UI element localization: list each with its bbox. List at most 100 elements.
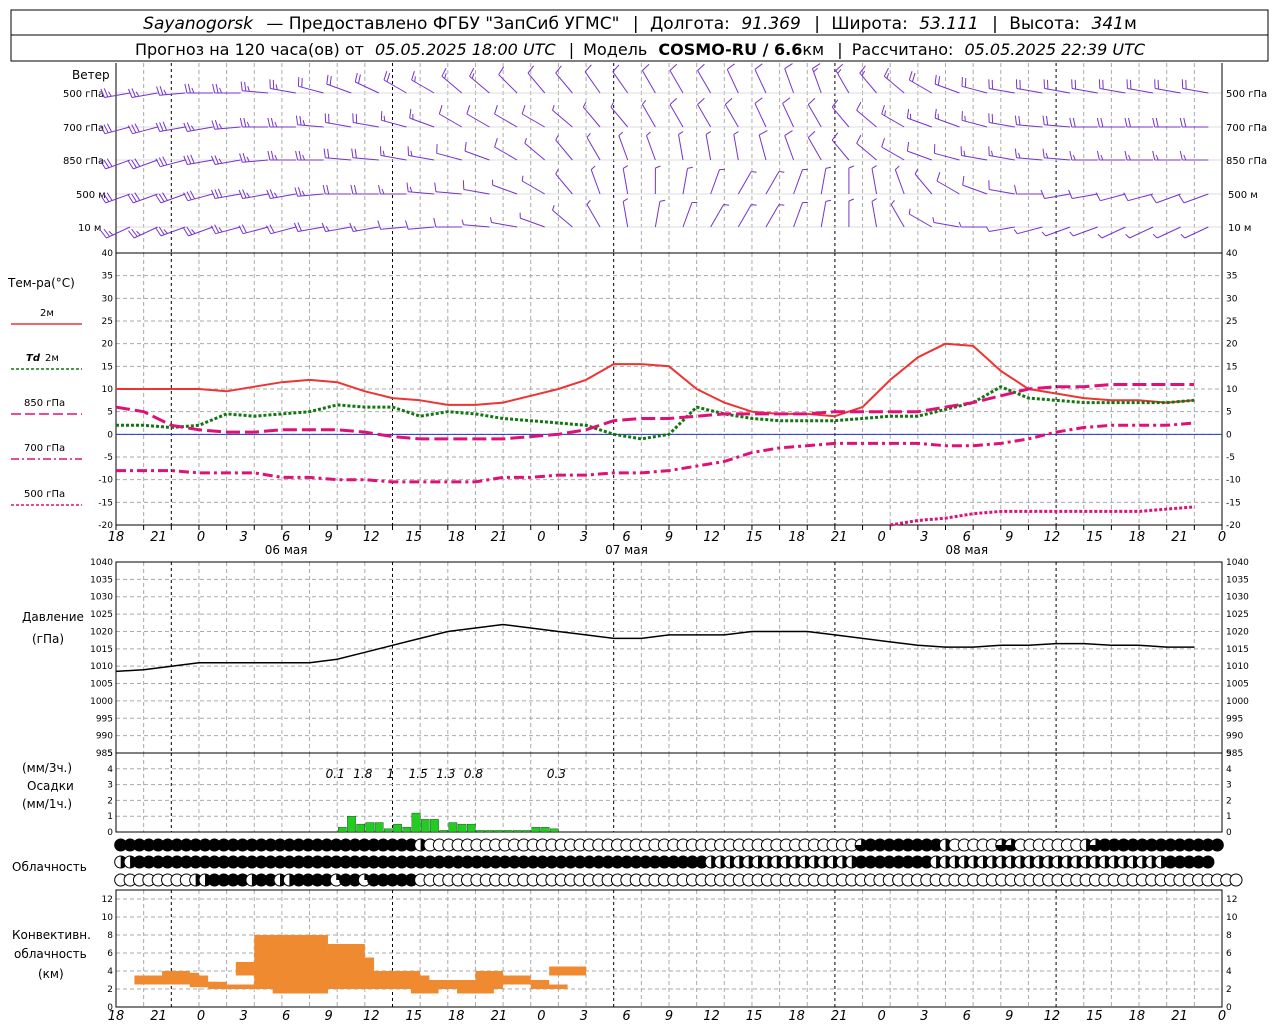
wind-barb-feather: [301, 190, 306, 196]
wind-barb-shaft: [1072, 88, 1098, 94]
wind-barb-feather: [489, 217, 492, 223]
wind-barb: [754, 97, 767, 128]
x-tick-label: 15: [1086, 530, 1103, 545]
wind-barb: [269, 79, 296, 94]
wind-barb: [586, 132, 601, 161]
wind-barb: [934, 74, 960, 94]
x-tick-label-bottom: 12: [363, 1009, 380, 1024]
wind-barb-feather: [1124, 150, 1128, 161]
wind-barb-feather: [136, 230, 141, 236]
wind-barb-shaft: [820, 168, 827, 195]
pressure-ytick-right: 1015: [1226, 645, 1249, 655]
wind-barb: [324, 113, 352, 128]
wind-level-700gpa-r: 700 гПа: [1226, 123, 1267, 134]
wind-barb-feather: [269, 224, 275, 234]
precip-3h-value: 1: [387, 767, 395, 781]
wind-barb-feather: [1013, 229, 1018, 234]
wind-barb: [1126, 79, 1154, 94]
wind-barb-shaft: [1044, 193, 1071, 199]
wind-barb-shaft: [936, 180, 960, 195]
wind-barb-feather: [191, 229, 196, 234]
precip-bar: [467, 823, 476, 833]
wind-barb-shaft: [383, 79, 407, 94]
wind-level-850gpa-r: 850 гПа: [1226, 156, 1267, 167]
wind-barb-shaft: [1099, 88, 1126, 94]
wind-barb-shaft: [297, 226, 324, 232]
wind-barb: [793, 168, 808, 195]
wind-barb-shaft: [989, 226, 1015, 232]
wind-barb-feather: [1179, 150, 1183, 161]
wind-barb-feather: [378, 184, 381, 195]
precip-bar: [402, 827, 412, 833]
x-tick-label-bottom: 12: [1044, 1009, 1061, 1024]
wind-barb-feather: [273, 192, 278, 198]
t2m-line: [116, 342, 1195, 418]
wind-barb-shaft: [784, 135, 795, 161]
wind-barb: [498, 66, 518, 94]
wind-barb-feather: [410, 150, 413, 157]
pressure-unit: (гПа): [32, 632, 64, 646]
precip-bar: [476, 830, 485, 833]
precip-ytick-left: 5: [107, 749, 113, 759]
wind-barb-feather: [411, 71, 415, 81]
precip-bar: [494, 830, 504, 833]
wind-barb: [641, 99, 656, 128]
conv-ytick-left: 10: [102, 913, 114, 923]
day-label: 06 мая: [265, 543, 308, 557]
wind-barb-feather: [622, 198, 629, 202]
wind-barb: [793, 201, 808, 228]
wind-barb-shaft: [807, 104, 822, 128]
conv-ytick-right: 4: [1226, 967, 1232, 977]
wind-barb-feather: [244, 81, 247, 92]
wind-barb-shaft: [353, 122, 379, 128]
wind-barb-feather: [242, 153, 247, 163]
wind-barb-shaft: [697, 104, 712, 128]
wind-barb-feather: [705, 131, 711, 135]
temp-title: Тем-ра(°C): [7, 276, 75, 290]
wind-barb-feather: [1097, 233, 1103, 239]
x-tick-label: 21: [150, 530, 167, 545]
precip-3h-value: 1.5: [409, 767, 428, 781]
wind-barb: [856, 134, 877, 161]
wind-barb-shaft: [411, 79, 435, 94]
wind-barb-feather: [618, 131, 624, 136]
wind-barb-feather: [187, 83, 191, 94]
wind-barb-feather: [212, 83, 216, 94]
wind-barb-feather: [1014, 184, 1017, 195]
wind-barb-feather: [108, 91, 112, 97]
wind-barb-feather: [590, 165, 596, 170]
wind-barb-feather: [642, 63, 650, 71]
wind-barb-feather: [1178, 194, 1185, 204]
wind-barb-feather: [409, 186, 413, 193]
x-tick-label: 12: [363, 530, 380, 545]
wind-barb-feather: [189, 190, 196, 200]
wind-barb-shaft: [436, 152, 462, 161]
wind-barb-feather: [831, 132, 839, 141]
wind-barb: [856, 101, 877, 128]
x-tick-label: 3: [580, 530, 588, 545]
wind-barb-shaft: [883, 75, 905, 94]
wind-barb-feather: [162, 156, 168, 166]
wind-barb-shaft: [270, 88, 296, 94]
temp-ytick-left: 0: [107, 430, 113, 440]
wind-barb-feather: [464, 141, 467, 152]
wind-barb-feather: [1100, 154, 1104, 161]
wind-barb-feather: [218, 227, 223, 233]
wind-level-500m-r: 500 м: [1228, 190, 1258, 201]
precip-bar: [430, 819, 439, 833]
wind-barb-shaft: [188, 226, 214, 237]
wind-barb: [1154, 79, 1181, 94]
wind-barb-feather: [1072, 117, 1076, 128]
wind-barb-shaft: [622, 201, 629, 228]
wind-barb-shaft: [555, 72, 573, 94]
cloud-symbol-full: [1211, 839, 1224, 851]
wind-barb-feather: [295, 150, 299, 161]
wind-barb-shaft: [355, 81, 380, 94]
wind-barb: [326, 74, 352, 94]
wind-barb-shaft: [353, 226, 379, 232]
wind-barb-feather: [350, 184, 354, 195]
wind-barb-feather: [646, 131, 651, 136]
wind-barb: [697, 97, 712, 128]
wind-barb-feather: [754, 63, 763, 70]
wind-barb-feather: [1179, 117, 1183, 128]
